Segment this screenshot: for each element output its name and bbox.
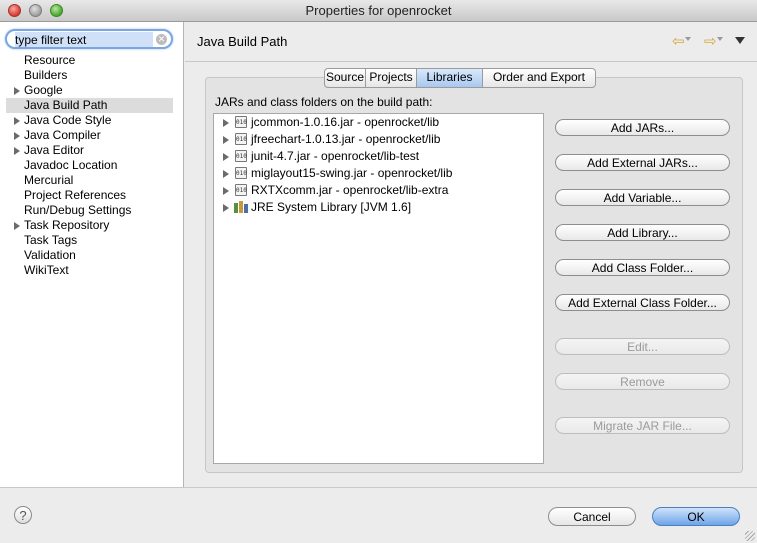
sidebar-item-java-build-path[interactable]: Java Build Path [6, 98, 173, 113]
list-item[interactable]: 010 jcommon-1.0.16.jar - openrocket/lib [214, 114, 543, 131]
sidebar-item-project-references[interactable]: Project References [0, 188, 183, 203]
jar-icon: 010 [235, 167, 247, 179]
sidebar-item-label: Builders [24, 68, 68, 82]
tab-bar: Source Projects Libraries Order and Expo… [324, 68, 596, 88]
sidebar-item-wikitext[interactable]: WikiText [0, 263, 183, 278]
sidebar-item-label: Resource [24, 53, 76, 67]
property-tree: Resource Builders Google Java Build Path… [0, 53, 183, 278]
forward-arrow-icon[interactable]: ⇨ [704, 32, 717, 50]
page-header: Java Build Path ⇦ ⇨ [185, 22, 757, 62]
forward-history-dropdown-icon[interactable] [717, 37, 723, 41]
tab-libraries[interactable]: Libraries [417, 69, 483, 87]
list-item-label: junit-4.7.jar - openrocket/lib-test [251, 149, 420, 163]
sidebar-item-java-compiler[interactable]: Java Compiler [0, 128, 183, 143]
expand-triangle-icon[interactable] [14, 132, 20, 140]
list-item[interactable]: 010 RXTXcomm.jar - openrocket/lib-extra [214, 182, 543, 199]
sidebar-item-label: Java Code Style [24, 113, 112, 127]
filter-field[interactable]: ✕ [5, 29, 173, 49]
expand-triangle-icon[interactable] [223, 153, 229, 161]
add-variable-button[interactable]: Add Variable... [555, 189, 730, 206]
sidebar-item-label: Run/Debug Settings [24, 203, 132, 217]
jar-icon: 010 [235, 133, 247, 145]
edit-button[interactable]: Edit... [555, 338, 730, 355]
resize-grip-icon[interactable] [745, 531, 755, 541]
filter-input[interactable] [15, 32, 153, 47]
sidebar-item-task-repository[interactable]: Task Repository [0, 218, 183, 233]
add-class-folder-button[interactable]: Add Class Folder... [555, 259, 730, 276]
expand-triangle-icon[interactable] [223, 119, 229, 127]
sidebar-item-run-debug-settings[interactable]: Run/Debug Settings [0, 203, 183, 218]
jar-icon: 010 [235, 184, 247, 196]
sidebar-item-label: Project References [24, 188, 127, 202]
sidebar-item-label: Task Repository [24, 218, 110, 232]
dialog-footer: ? Cancel OK [0, 487, 757, 543]
title-bar: Properties for openrocket [0, 0, 757, 22]
migrate-jar-file-button[interactable]: Migrate JAR File... [555, 417, 730, 434]
ok-button[interactable]: OK [652, 507, 740, 526]
sidebar-item-label: Java Editor [24, 143, 85, 157]
build-path-list[interactable]: 010 jcommon-1.0.16.jar - openrocket/lib 0… [213, 113, 544, 464]
list-item-label: jfreechart-1.0.13.jar - openrocket/lib [251, 132, 441, 146]
clear-filter-icon[interactable]: ✕ [156, 34, 167, 45]
sidebar-item-task-tags[interactable]: Task Tags [0, 233, 183, 248]
sidebar-item-label: Google [24, 83, 63, 97]
list-item[interactable]: 010 jfreechart-1.0.13.jar - openrocket/li… [214, 131, 543, 148]
jar-icon: 010 [235, 116, 247, 128]
tab-source[interactable]: Source [325, 69, 366, 87]
sidebar-item-label: Javadoc Location [24, 158, 118, 172]
sidebar-item-label: Mercurial [24, 173, 74, 187]
view-menu-dropdown-icon[interactable] [735, 37, 745, 44]
sidebar-item-validation[interactable]: Validation [0, 248, 183, 263]
list-item[interactable]: JRE System Library [JVM 1.6] [214, 199, 543, 216]
window-title: Properties for openrocket [305, 3, 452, 18]
back-history-dropdown-icon[interactable] [685, 37, 691, 41]
list-item[interactable]: 010 junit-4.7.jar - openrocket/lib-test [214, 148, 543, 165]
expand-triangle-icon[interactable] [223, 136, 229, 144]
expand-triangle-icon[interactable] [14, 87, 20, 95]
tab-projects[interactable]: Projects [366, 69, 417, 87]
properties-page: Java Build Path ⇦ ⇨ Source Projects Libr… [185, 22, 757, 487]
add-external-class-folder-button[interactable]: Add External Class Folder... [555, 294, 730, 311]
sidebar-item-mercurial[interactable]: Mercurial [0, 173, 183, 188]
expand-triangle-icon[interactable] [223, 204, 229, 212]
expand-triangle-icon[interactable] [14, 117, 20, 125]
sidebar-item-label: Java Build Path [24, 98, 108, 112]
list-item[interactable]: 010 miglayout15-swing.jar - openrocket/li… [214, 165, 543, 182]
list-item-label: JRE System Library [JVM 1.6] [251, 200, 412, 214]
sidebar-item-java-editor[interactable]: Java Editor [0, 143, 183, 158]
list-item-label: jcommon-1.0.16.jar - openrocket/lib [251, 115, 440, 129]
sidebar-item-label: Task Tags [24, 233, 78, 247]
add-library-button[interactable]: Add Library... [555, 224, 730, 241]
library-icon [234, 201, 248, 213]
sidebar: ✕ Resource Builders Google Java Build Pa… [0, 22, 184, 487]
sidebar-item-builders[interactable]: Builders [0, 68, 183, 83]
back-arrow-icon[interactable]: ⇦ [672, 32, 685, 50]
expand-triangle-icon[interactable] [14, 222, 20, 230]
list-item-label: miglayout15-swing.jar - openrocket/lib [251, 166, 453, 180]
tab-order-and-export[interactable]: Order and Export [483, 69, 595, 87]
cancel-button[interactable]: Cancel [548, 507, 636, 526]
build-path-label: JARs and class folders on the build path… [215, 95, 433, 109]
add-external-jars-button[interactable]: Add External JARs... [555, 154, 730, 171]
sidebar-item-resource[interactable]: Resource [0, 53, 183, 68]
help-icon[interactable]: ? [14, 506, 32, 524]
sidebar-item-label: Validation [24, 248, 76, 262]
sidebar-item-label: WikiText [24, 263, 69, 277]
page-title: Java Build Path [197, 34, 288, 49]
expand-triangle-icon[interactable] [223, 170, 229, 178]
sidebar-item-google[interactable]: Google [0, 83, 183, 98]
list-item-label: RXTXcomm.jar - openrocket/lib-extra [251, 183, 449, 197]
remove-button[interactable]: Remove [555, 373, 730, 390]
sidebar-item-java-code-style[interactable]: Java Code Style [0, 113, 183, 128]
jar-icon: 010 [235, 150, 247, 162]
sidebar-item-javadoc-location[interactable]: Javadoc Location [0, 158, 183, 173]
expand-triangle-icon[interactable] [14, 147, 20, 155]
expand-triangle-icon[interactable] [223, 187, 229, 195]
sidebar-item-label: Java Compiler [24, 128, 101, 142]
add-jars-button[interactable]: Add JARs... [555, 119, 730, 136]
